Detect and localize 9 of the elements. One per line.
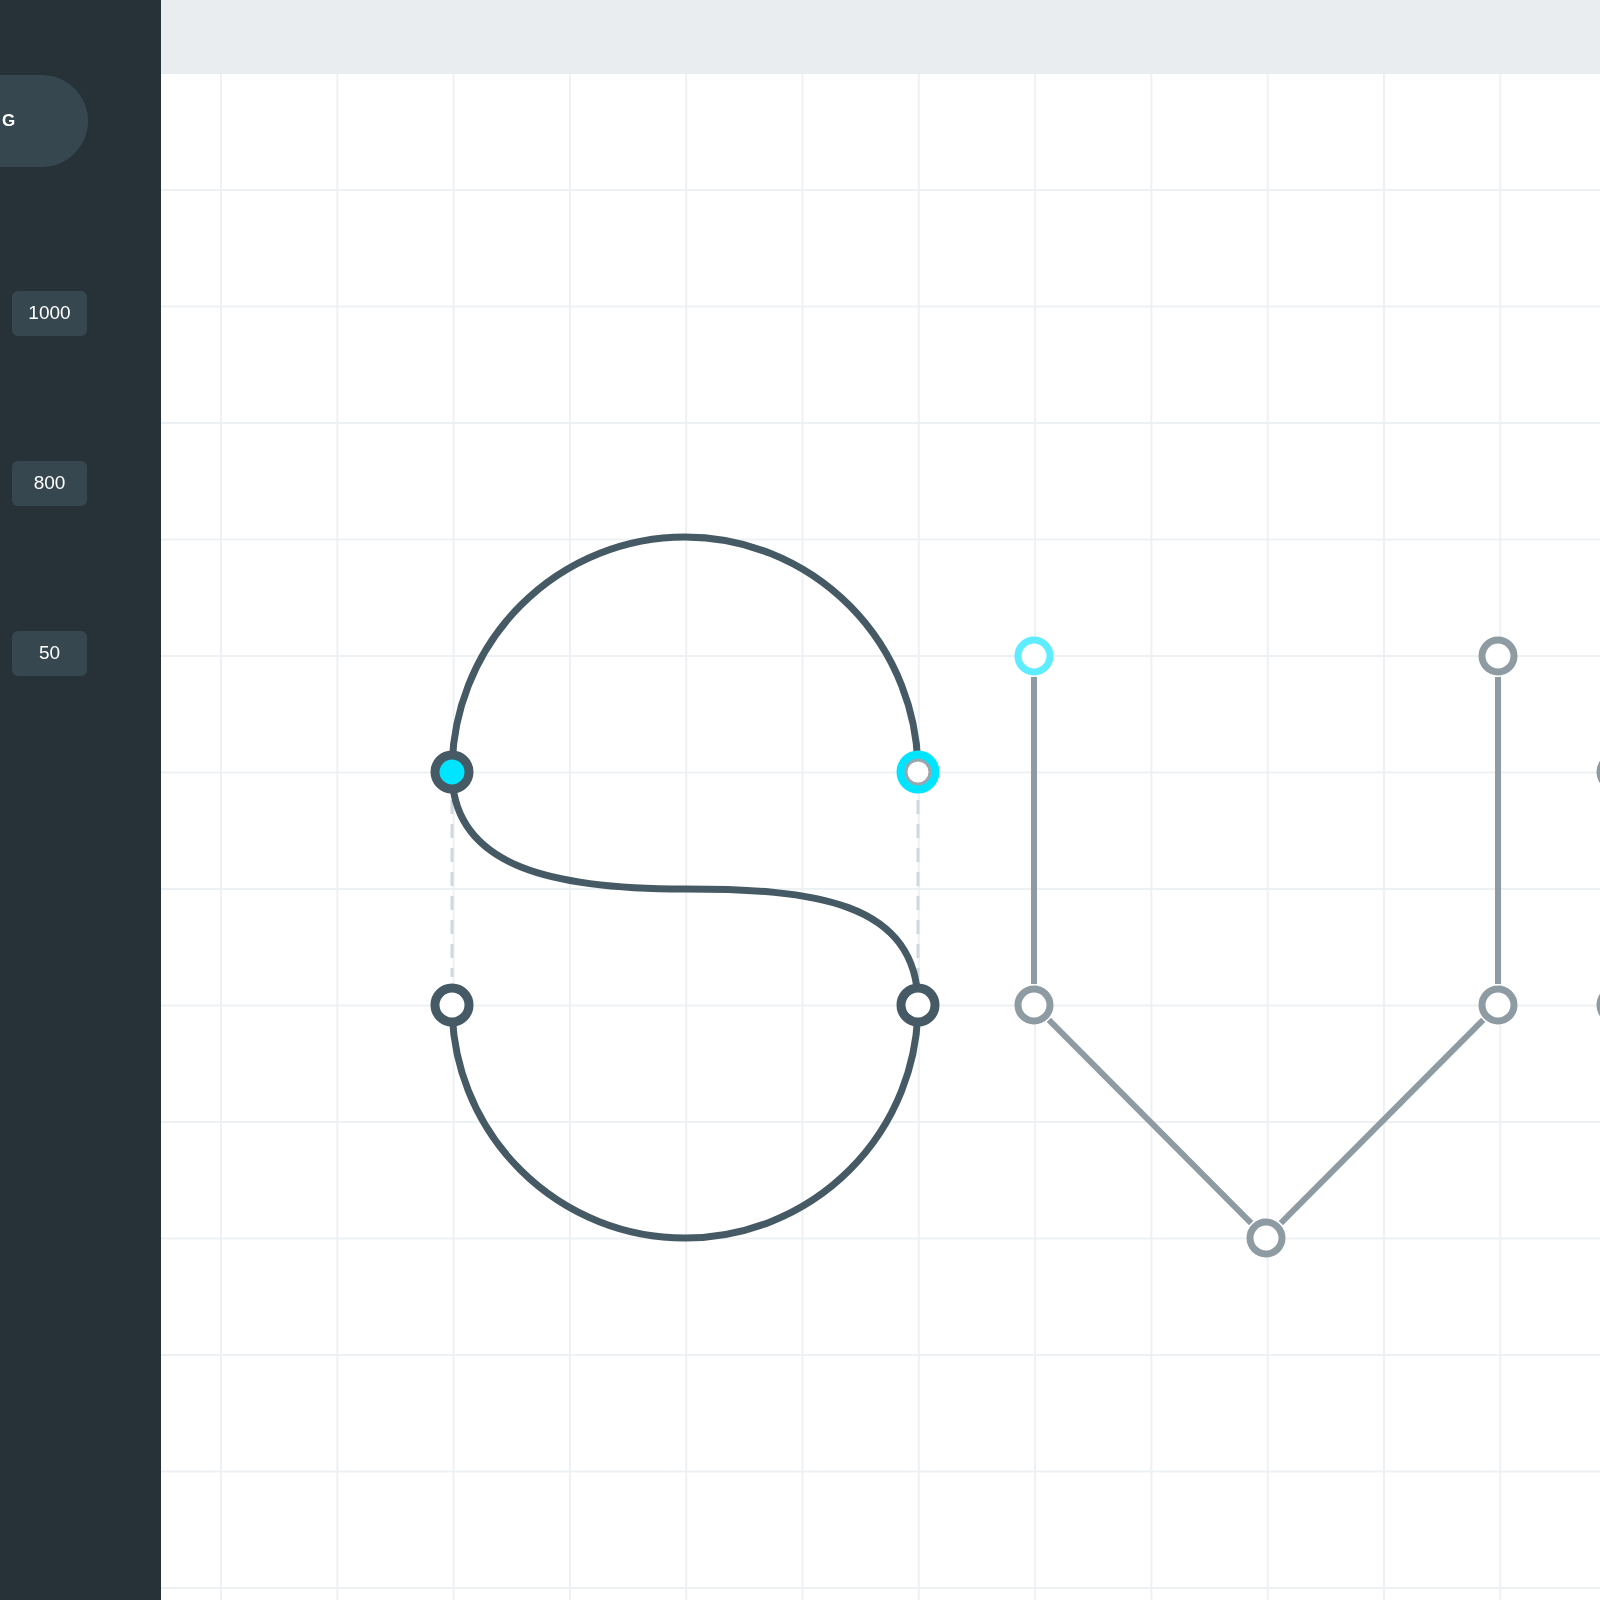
value-badge: 1000 (12, 291, 87, 336)
v-shaped-path[interactable] (1031, 677, 1501, 1226)
value-badge: 50 (12, 631, 87, 676)
anchor-point[interactable] (896, 983, 940, 1027)
anchor-point[interactable] (430, 750, 474, 794)
pill-button[interactable]: G (0, 75, 88, 167)
s-curve-path[interactable] (448, 533, 922, 1242)
anchor-point[interactable] (430, 983, 474, 1027)
value-badge: 800 (12, 461, 87, 506)
